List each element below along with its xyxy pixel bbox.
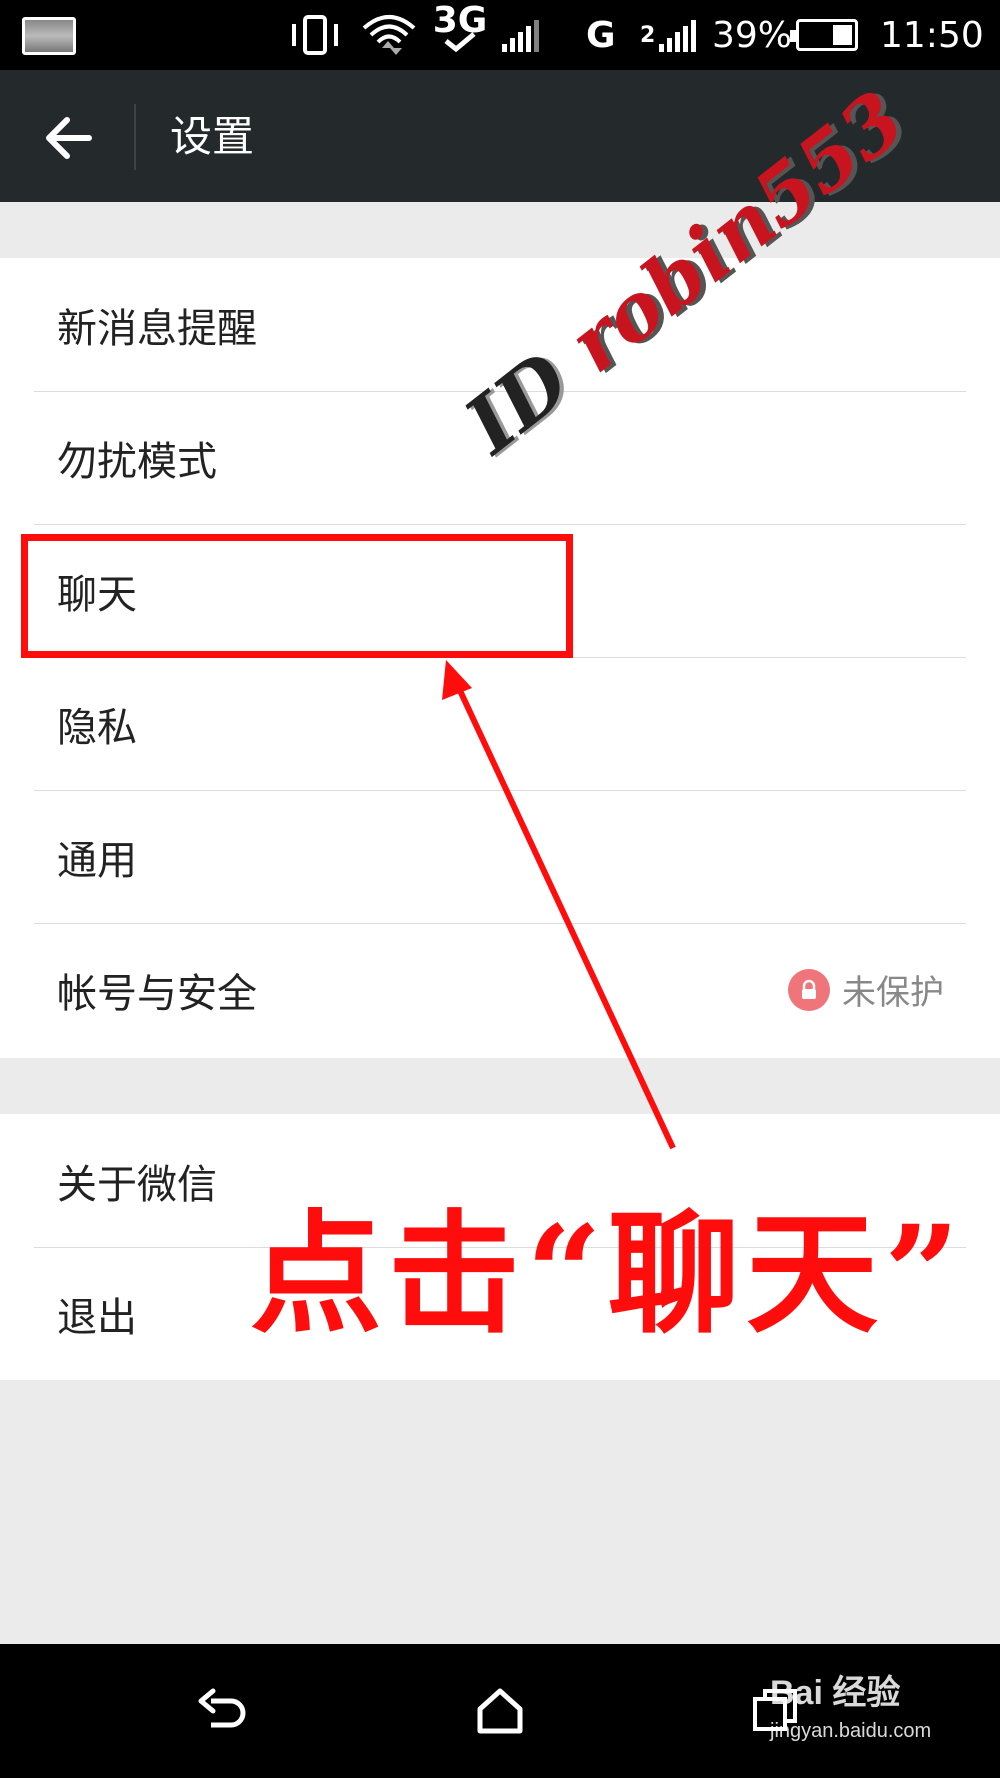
settings-item-new-message-alert[interactable]: 新消息提醒	[0, 258, 1000, 391]
network-g-label: G	[586, 14, 616, 56]
settings-item-label: 聊天	[57, 571, 137, 618]
navigation-bar	[0, 1644, 1000, 1778]
arrow-left-icon	[46, 117, 92, 159]
settings-item-do-not-disturb[interactable]: 勿扰模式	[0, 391, 1000, 524]
settings-item-label: 隐私	[57, 704, 137, 751]
back-icon	[198, 1688, 246, 1728]
settings-group-main: 新消息提醒 勿扰模式 聊天 隐私 通用 帐号与安全 未保护	[0, 258, 1000, 1058]
sim2-label: 2	[640, 22, 656, 48]
lock-icon	[788, 968, 830, 1011]
signal-strength-1-icon	[502, 10, 539, 60]
settings-item-label: 勿扰模式	[57, 438, 217, 485]
settings-item-privacy[interactable]: 隐私	[0, 657, 1000, 790]
settings-item-label: 通用	[57, 837, 137, 884]
status-bar: 3G G 2 39% 11:50	[0, 0, 1000, 70]
home-icon	[477, 1688, 523, 1734]
clock: 11:50	[880, 14, 984, 56]
app-bar-divider	[134, 104, 136, 170]
nav-home-button[interactable]	[455, 1674, 545, 1748]
nav-recents-button[interactable]	[730, 1674, 820, 1748]
settings-item-logout[interactable]: 退出	[0, 1247, 1000, 1380]
security-status: 未保护	[788, 923, 944, 1056]
vibrate-icon	[288, 10, 342, 60]
settings-item-label: 新消息提醒	[57, 305, 257, 352]
back-button[interactable]	[30, 106, 106, 170]
recent-apps-icon	[753, 1689, 797, 1731]
signal-strength-2-icon: 2	[640, 10, 697, 60]
settings-item-account-security[interactable]: 帐号与安全 未保护	[0, 923, 1000, 1056]
security-status-text: 未保护	[842, 973, 944, 1013]
settings-item-label: 退出	[57, 1294, 137, 1341]
settings-item-general[interactable]: 通用	[0, 790, 1000, 923]
gallery-notification-icon	[22, 17, 76, 55]
wifi-icon	[360, 10, 418, 60]
app-bar: 设置	[0, 70, 1000, 202]
network-3g-icon: 3G	[433, 3, 487, 60]
page-title: 设置	[170, 112, 255, 161]
settings-item-chat[interactable]: 聊天	[0, 524, 1000, 657]
settings-group-secondary: 关于微信 退出	[0, 1114, 1000, 1380]
settings-item-label: 帐号与安全	[57, 970, 257, 1017]
settings-item-label: 关于微信	[57, 1161, 217, 1208]
nav-back-button[interactable]	[180, 1674, 270, 1748]
network-3g-label: 3G	[432, 0, 488, 41]
settings-item-about-wechat[interactable]: 关于微信	[0, 1114, 1000, 1247]
battery-percent: 39%	[712, 14, 793, 56]
battery-icon	[790, 10, 858, 60]
